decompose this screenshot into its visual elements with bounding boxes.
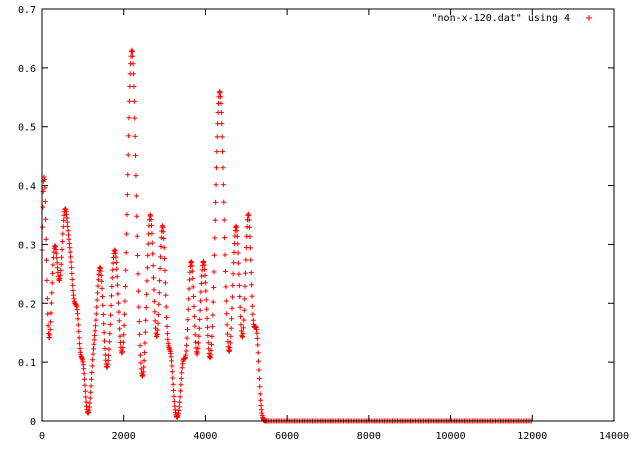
x-tick-label: 2000 [112,431,136,442]
y-tick-label: 0.2 [18,299,36,310]
y-tick-label: 0.7 [18,5,36,16]
chart-background [0,0,635,451]
x-tick-label: 6000 [275,431,299,442]
x-tick-label: 10000 [436,431,466,442]
y-tick-label: 0 [30,417,36,428]
y-tick-label: 0.1 [18,358,36,369]
x-tick-label: 8000 [357,431,381,442]
legend: "non-x-120.dat" using 4 [432,13,592,24]
y-tick-label: 0.5 [18,123,36,134]
chart: 0 2000 4000 6000 8000 10000 12000 14000 0 0.1 0.2 0… [0,0,635,451]
y-tick-label: 0.4 [18,182,36,193]
x-tick-label: 0 [39,431,45,442]
x-tick-label: 12000 [517,431,547,442]
y-tick-label: 0.3 [18,240,36,251]
y-tick-label: 0.6 [18,64,36,75]
legend-label: "non-x-120.dat" using 4 [432,13,570,24]
x-tick-label: 4000 [193,431,217,442]
x-tick-label: 14000 [599,431,629,442]
